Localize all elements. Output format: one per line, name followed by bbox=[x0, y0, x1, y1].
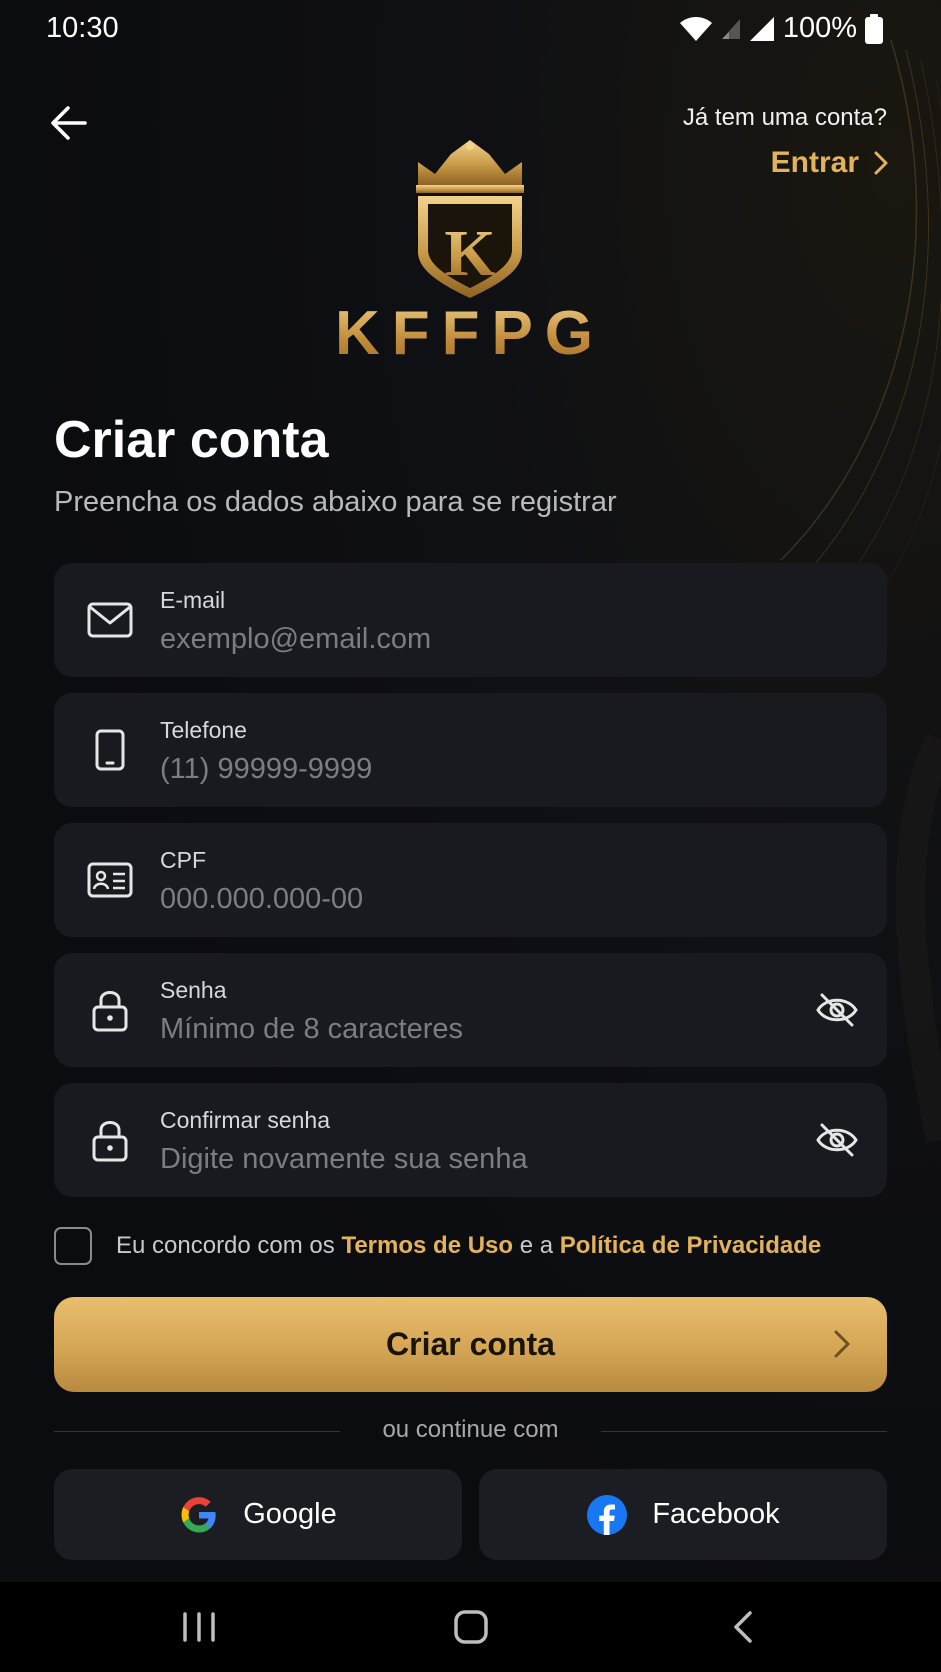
chevron-right-icon bbox=[834, 1330, 850, 1358]
signal-weak-icon bbox=[721, 18, 740, 39]
signal-icon bbox=[749, 16, 774, 41]
google-icon bbox=[181, 1496, 216, 1532]
terms-checkbox[interactable] bbox=[54, 1227, 92, 1265]
phone-label: Telefone bbox=[160, 717, 247, 743]
toggle-password-visibility-button[interactable] bbox=[813, 988, 861, 1032]
confirm-password-input[interactable] bbox=[160, 1139, 720, 1179]
phone-field[interactable]: Telefone bbox=[54, 693, 887, 807]
facebook-label: Facebook bbox=[652, 1498, 780, 1530]
status-time: 10:30 bbox=[46, 12, 119, 44]
crown-shield-emblem-icon: K bbox=[416, 140, 524, 298]
back-button[interactable] bbox=[44, 98, 94, 148]
smartphone-icon bbox=[86, 726, 134, 774]
battery-icon bbox=[865, 13, 883, 44]
emblem-letter: K bbox=[444, 217, 495, 290]
google-label: Google bbox=[243, 1498, 337, 1530]
create-account-button-label: Criar conta bbox=[386, 1326, 555, 1362]
phone-input[interactable] bbox=[160, 749, 720, 789]
wifi-icon bbox=[679, 16, 712, 41]
toggle-confirm-password-visibility-button[interactable] bbox=[813, 1118, 861, 1162]
cpf-label: CPF bbox=[160, 847, 206, 873]
terms-text: Eu concordo com os Termos de Uso e a Pol… bbox=[116, 1232, 821, 1260]
lock-icon bbox=[86, 986, 134, 1034]
brand-name: KFFPG bbox=[320, 298, 620, 369]
terms-prefix: Eu concordo com os bbox=[116, 1232, 335, 1259]
cpf-input[interactable] bbox=[160, 879, 720, 919]
page-subtitle: Preencha os dados abaixo para se registr… bbox=[54, 486, 617, 518]
confirm-password-field[interactable]: Confirmar senha bbox=[54, 1083, 887, 1197]
google-login-button[interactable]: Google bbox=[54, 1469, 462, 1560]
password-field[interactable]: Senha bbox=[54, 953, 887, 1067]
privacy-policy-link[interactable]: Política de Privacidade bbox=[560, 1232, 821, 1259]
recent-apps-icon bbox=[183, 1612, 215, 1642]
status-icons: 100% bbox=[679, 12, 883, 45]
arrow-left-icon bbox=[51, 106, 87, 140]
system-navigation-bar bbox=[0, 1582, 941, 1672]
brand-logo: K KFFPG bbox=[320, 140, 620, 370]
chevron-left-icon bbox=[734, 1611, 752, 1643]
register-screen: 10:30 100% Já tem uma conta? Entrar K KF… bbox=[0, 0, 941, 1672]
recent-apps-button[interactable] bbox=[164, 1604, 234, 1650]
lock-icon bbox=[86, 1116, 134, 1164]
terms-middle: e a bbox=[519, 1232, 554, 1259]
email-input[interactable] bbox=[160, 619, 720, 659]
password-input[interactable] bbox=[160, 1009, 720, 1049]
login-link-label: Entrar bbox=[770, 146, 859, 179]
page-title: Criar conta bbox=[54, 411, 329, 469]
battery-percentage: 100% bbox=[782, 12, 857, 44]
divider-text: ou continue com bbox=[382, 1416, 559, 1443]
eye-off-icon bbox=[816, 1123, 858, 1157]
id-card-icon bbox=[86, 856, 134, 904]
status-bar: 10:30 100% bbox=[0, 0, 941, 56]
envelope-icon bbox=[86, 596, 134, 644]
chevron-right-icon bbox=[874, 151, 888, 175]
facebook-login-button[interactable]: Facebook bbox=[479, 1469, 887, 1560]
email-label: E-mail bbox=[160, 587, 226, 613]
create-account-button[interactable]: Criar conta bbox=[54, 1297, 887, 1392]
home-icon bbox=[454, 1610, 488, 1644]
email-field[interactable]: E-mail bbox=[54, 563, 887, 677]
have-account-text: Já tem uma conta? bbox=[682, 104, 887, 131]
terms-agreement: Eu concordo com os Termos de Uso e a Pol… bbox=[54, 1227, 821, 1265]
login-link[interactable]: Entrar bbox=[771, 146, 889, 180]
confirm-password-label: Confirmar senha bbox=[160, 1107, 331, 1133]
terms-of-use-link[interactable]: Termos de Uso bbox=[341, 1232, 513, 1259]
social-divider: ou continue com bbox=[54, 1414, 887, 1448]
cpf-field[interactable]: CPF bbox=[54, 823, 887, 937]
home-button[interactable] bbox=[436, 1604, 506, 1650]
system-back-button[interactable] bbox=[708, 1604, 778, 1650]
password-label: Senha bbox=[160, 977, 227, 1003]
eye-off-icon bbox=[816, 993, 858, 1027]
facebook-icon bbox=[587, 1494, 628, 1535]
